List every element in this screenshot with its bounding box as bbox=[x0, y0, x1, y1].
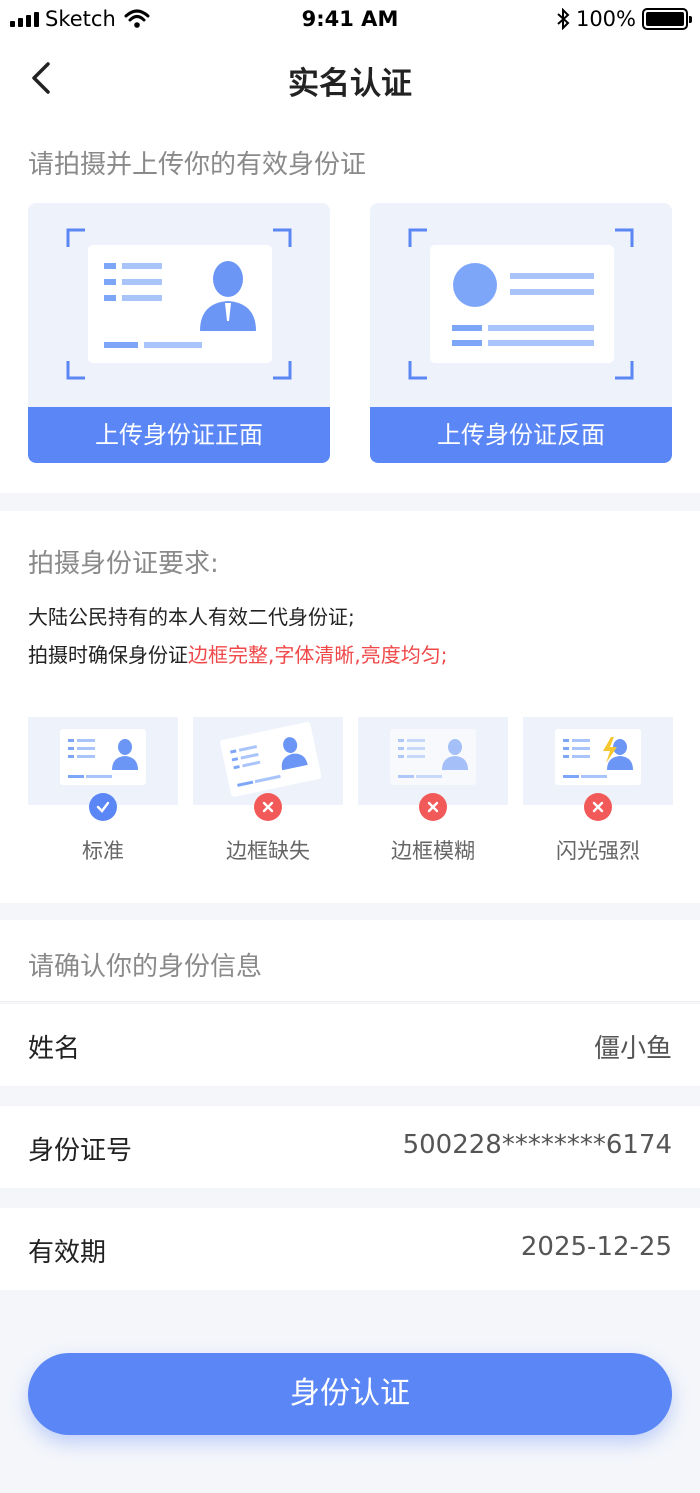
confirm-hint: 请确认你的身份信息 bbox=[28, 952, 263, 982]
error-icon bbox=[254, 793, 282, 821]
sample-thumbnail bbox=[358, 717, 508, 805]
sample-thumbnail bbox=[523, 717, 673, 805]
bluetooth-icon bbox=[557, 8, 570, 30]
requirements-title: 拍摄身份证要求: bbox=[28, 549, 219, 579]
battery-percent: 100% bbox=[575, 7, 636, 31]
requirement-line-1: 大陆公民持有的本人有效二代身份证; bbox=[28, 605, 355, 629]
sample-label: 边框缺失 bbox=[226, 839, 310, 863]
sample-label: 闪光强烈 bbox=[556, 839, 640, 863]
id-number-label: 身份证号 bbox=[28, 1136, 133, 1166]
upload-front-button[interactable]: 上传身份证正面 bbox=[28, 407, 330, 463]
sample-strong-flash: 闪光强烈 bbox=[523, 717, 673, 863]
id-card-sample-icon bbox=[220, 722, 322, 797]
check-icon bbox=[89, 793, 117, 821]
confirm-section-header: 请确认你的身份信息 bbox=[0, 920, 700, 1002]
nav-bar: 实名认证 bbox=[0, 40, 700, 118]
id-back-card[interactable]: 上传身份证反面 bbox=[370, 203, 672, 463]
sample-thumbnail bbox=[193, 717, 343, 805]
sample-blurry-border: 边框模糊 bbox=[358, 717, 508, 863]
verify-identity-button[interactable]: 身份认证 bbox=[28, 1353, 672, 1435]
error-icon bbox=[419, 793, 447, 821]
name-label: 姓名 bbox=[28, 1034, 81, 1064]
sample-label: 标准 bbox=[82, 839, 124, 863]
requirement-line-2-highlight: 边框完整,字体清晰,亮度均匀; bbox=[188, 643, 448, 667]
requirement-line-2-prefix: 拍摄时确保身份证 bbox=[28, 643, 188, 667]
error-icon bbox=[584, 793, 612, 821]
expiry-value: 2025-12-25 bbox=[520, 1232, 672, 1262]
requirement-line-2: 拍摄时确保身份证边框完整,字体清晰,亮度均匀; bbox=[28, 639, 447, 668]
page-title: 实名认证 bbox=[288, 66, 412, 102]
requirements-section: 拍摄身份证要求: 大陆公民持有的本人有效二代身份证; 拍摄时确保身份证边框完整,… bbox=[0, 511, 700, 903]
id-back-illustration bbox=[408, 228, 634, 380]
id-front-illustration bbox=[66, 228, 292, 380]
expiry-label: 有效期 bbox=[28, 1238, 107, 1268]
sample-missing-border: 边框缺失 bbox=[193, 717, 343, 863]
id-card-sample-icon bbox=[60, 729, 146, 785]
id-number-value: 500228********6174 bbox=[402, 1130, 672, 1160]
id-front-card[interactable]: 上传身份证正面 bbox=[28, 203, 330, 463]
sample-standard: 标准 bbox=[28, 717, 178, 863]
name-row: 姓名 僵小鱼 bbox=[0, 1004, 700, 1086]
sample-label: 边框模糊 bbox=[391, 839, 475, 863]
battery-icon bbox=[642, 8, 692, 30]
name-value: 僵小鱼 bbox=[593, 1034, 672, 1064]
upload-section: 请拍摄并上传你的有效身份证 上传身份证正面 上传身份证反面 bbox=[0, 118, 700, 493]
upload-hint: 请拍摄并上传你的有效身份证 bbox=[28, 150, 367, 180]
expiry-row: 有效期 2025-12-25 bbox=[0, 1208, 700, 1290]
sample-thumbnail bbox=[28, 717, 178, 805]
upload-back-button[interactable]: 上传身份证反面 bbox=[370, 407, 672, 463]
status-bar: Sketch 9:41 AM 100% bbox=[0, 0, 700, 40]
id-number-row: 身份证号 500228********6174 bbox=[0, 1106, 700, 1188]
id-card-sample-icon bbox=[390, 729, 476, 785]
id-card-sample-icon bbox=[555, 729, 641, 785]
